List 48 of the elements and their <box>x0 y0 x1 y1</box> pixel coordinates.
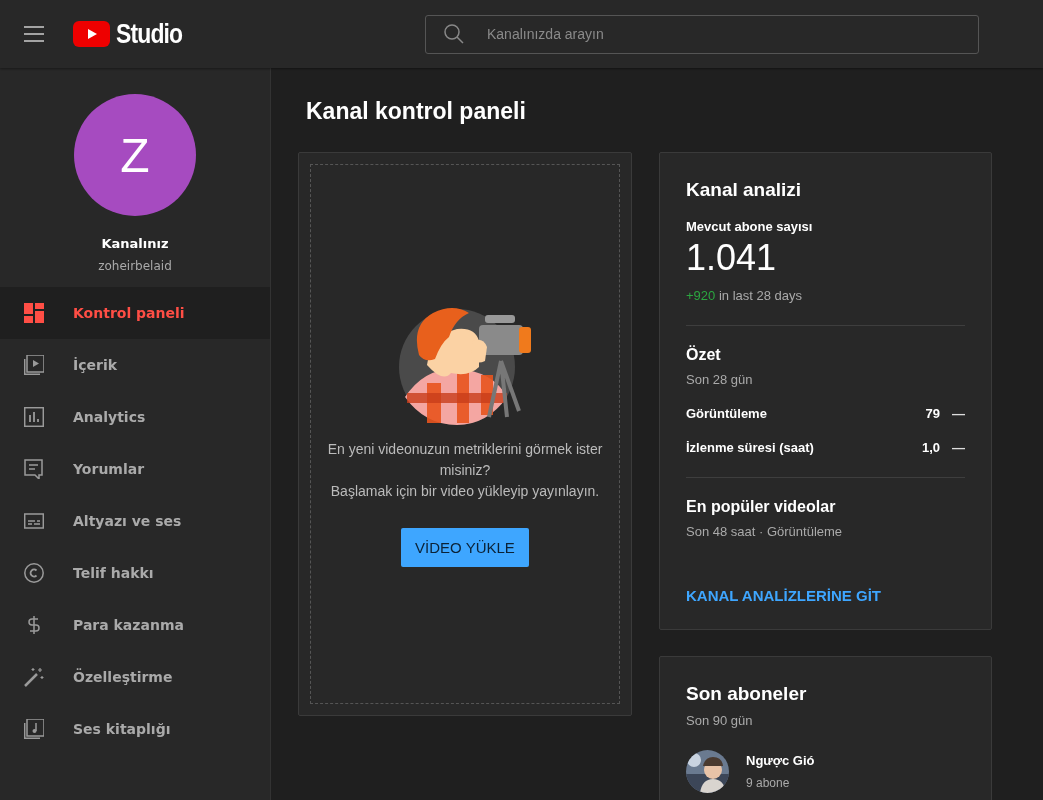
sidebar-item[interactable]: İçerik <box>0 339 270 391</box>
subscriber-count: 1.041 <box>686 238 778 278</box>
subscriber-change: +920 in last 28 days <box>686 288 803 303</box>
channel-avatar[interactable]: Z <box>74 94 196 216</box>
subscriber-name[interactable]: Ngược Gió <box>746 753 815 768</box>
menu-icon[interactable] <box>23 26 45 42</box>
page-title: Kanal kontrol paneli <box>306 98 527 126</box>
sidebar-item[interactable]: Para kazanma <box>0 599 270 651</box>
section-title: En popüler videolar <box>686 498 837 516</box>
metric-label: Görüntüleme <box>686 406 768 421</box>
analytics-link[interactable]: KANAL ANALİZLERİNE GİT <box>686 587 881 604</box>
logo-text[interactable]: Studio <box>116 18 183 50</box>
channel-handle: zoheirbelaid <box>98 259 172 273</box>
metric-value: 79 <box>925 406 940 421</box>
trend-indicator: — <box>952 406 965 421</box>
subscribers-label: Mevcut abone sayısı <box>686 219 814 234</box>
sidebar-item[interactable]: Analytics <box>0 391 270 443</box>
search-field[interactable]: Kanalınızda arayın <box>425 14 979 54</box>
sidebar-item[interactable]: Özelleştirme <box>0 651 270 703</box>
play-logo-icon[interactable] <box>73 21 110 47</box>
sidebar-item[interactable]: Kontrol paneli <box>0 287 270 339</box>
empty-state-message: En yeni videonuzun metriklerini görmek ister misiniz? <box>326 440 604 480</box>
search-icon <box>444 23 464 44</box>
bar-chart-icon <box>24 407 44 427</box>
sidebar-item[interactable]: Altyazı ve ses <box>0 495 270 547</box>
metric-value: 1,0 <box>921 440 940 455</box>
music-stack-icon <box>24 719 44 739</box>
upload-video-button[interactable]: VİDEO YÜKLE <box>401 528 529 567</box>
magic-wand-icon <box>24 667 44 687</box>
trend-indicator: — <box>952 440 965 455</box>
card-title: Son aboneler <box>686 683 808 705</box>
comment-icon <box>24 459 44 479</box>
sidebar-item[interactable]: Telif hakkı <box>0 547 270 599</box>
dashboard-icon <box>24 303 44 323</box>
sidebar-item[interactable]: Yorumlar <box>0 443 270 495</box>
subtitles-icon <box>24 511 44 531</box>
section-title: Özet <box>686 346 722 364</box>
metric-label: İzlenme süresi (saat) <box>686 440 815 455</box>
section-subtitle: Son 48 saat · Görüntüleme <box>686 524 844 539</box>
channel-name: Kanalınız <box>101 236 169 251</box>
subscriber-count: 9 abone <box>746 776 791 790</box>
copyright-icon <box>24 563 44 583</box>
empty-state-message: Başlamak için bir video yükleyip yayınlayın. <box>330 482 600 501</box>
video-stack-icon <box>24 355 44 375</box>
section-subtitle: Son 28 gün <box>686 372 754 387</box>
sidebar-item[interactable]: Ses kitaplığı <box>0 703 270 755</box>
card-title: Kanal analizi <box>686 179 803 201</box>
card-subtitle: Son 90 gün <box>686 713 754 728</box>
